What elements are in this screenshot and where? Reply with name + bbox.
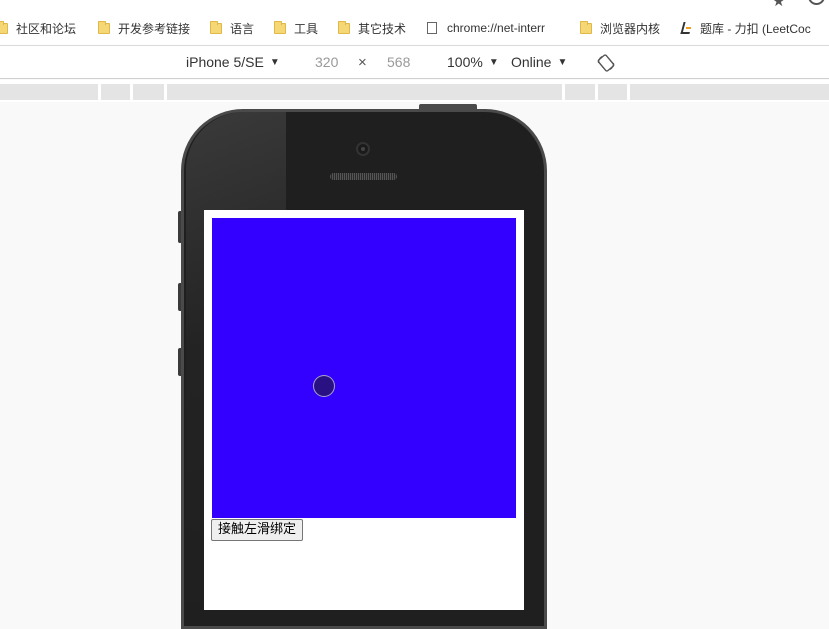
camera-icon <box>356 142 370 156</box>
media-query-ruler[interactable] <box>0 80 829 102</box>
bookmark-item[interactable]: 社区和论坛 <box>0 20 76 36</box>
folder-icon <box>210 20 222 34</box>
bookmark-label: 社区和论坛 <box>16 21 77 36</box>
ruler-segment[interactable] <box>630 84 829 100</box>
bookmark-item[interactable]: chrome://net-interr <box>427 20 545 36</box>
device-name: iPhone 5/SE <box>186 54 264 70</box>
bookmark-label: 浏览器内核 <box>600 21 661 36</box>
speaker-grille <box>330 173 397 180</box>
bookmark-item[interactable]: 工具 <box>274 20 318 36</box>
touch-pointer-icon <box>313 375 335 397</box>
bookmarks-bar: 社区和论坛 开发参考链接 语言 工具 其它技术 chrome://net-int… <box>0 8 829 46</box>
rotate-icon[interactable] <box>597 54 615 72</box>
bookmark-label: chrome://net-interr <box>447 21 546 35</box>
bookmark-star-icon[interactable]: ★ <box>772 0 785 8</box>
folder-icon <box>98 20 110 34</box>
bind-swipe-button[interactable]: 接触左滑绑定 <box>211 519 304 541</box>
width-input[interactable]: 320 <box>315 54 338 70</box>
bookmark-label: 题库 - 力扣 (LeetCoc <box>700 21 811 36</box>
touch-area[interactable] <box>212 218 516 518</box>
height-input[interactable]: 568 <box>387 54 410 70</box>
folder-icon <box>580 20 592 34</box>
folder-icon <box>0 20 8 34</box>
page-icon <box>427 22 437 34</box>
address-bar[interactable]: ★ <box>0 0 829 8</box>
bookmark-label: 开发参考链接 <box>118 21 191 36</box>
caret-down-icon: ▼ <box>557 56 568 68</box>
device-toolbar: iPhone 5/SE ▼ 320 × 568 100% ▼ Online ▼ <box>0 46 829 79</box>
ruler-segment[interactable] <box>0 84 98 100</box>
ruler-segment[interactable] <box>133 84 164 100</box>
bookmark-item[interactable]: 浏览器内核 <box>580 20 660 36</box>
ruler-segment[interactable] <box>598 84 627 100</box>
extension-icon[interactable] <box>808 0 825 5</box>
folder-icon <box>338 20 350 34</box>
bookmark-label: 语言 <box>230 21 255 36</box>
folder-icon <box>274 20 286 34</box>
caret-down-icon: ▼ <box>488 56 499 68</box>
zoom-select[interactable]: 100% ▼ <box>447 54 499 70</box>
times-icon: × <box>358 54 367 71</box>
ruler-segment[interactable] <box>101 84 130 100</box>
network-value: Online <box>511 54 552 70</box>
bookmark-item[interactable]: 其它技术 <box>338 20 406 36</box>
bookmark-label: 其它技术 <box>358 21 407 36</box>
bookmark-item[interactable]: 题库 - 力扣 (LeetCoc <box>680 20 811 36</box>
bookmark-label: 工具 <box>294 21 319 36</box>
device-select[interactable]: iPhone 5/SE ▼ <box>186 54 280 70</box>
zoom-value: 100% <box>447 54 483 70</box>
bookmark-item[interactable]: 语言 <box>210 20 254 36</box>
bookmark-item[interactable]: 开发参考链接 <box>98 20 190 36</box>
caret-down-icon: ▼ <box>269 56 280 68</box>
ruler-segment[interactable] <box>167 84 562 100</box>
device-screen: 接触左滑绑定 <box>204 210 524 610</box>
ruler-segment[interactable] <box>565 84 595 100</box>
leetcode-icon <box>680 21 692 35</box>
network-select[interactable]: Online ▼ <box>511 54 567 70</box>
